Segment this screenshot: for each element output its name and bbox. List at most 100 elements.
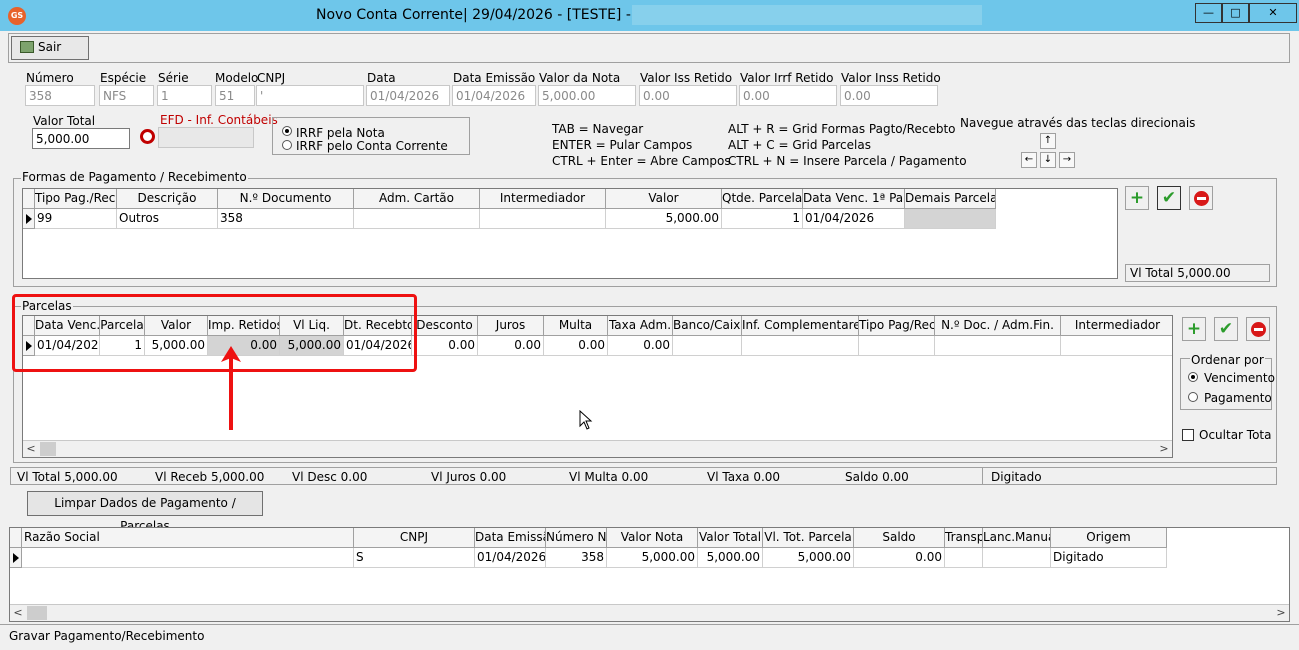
table-cell[interactable]: 0.00 — [608, 336, 673, 356]
valor-total-field[interactable]: 5,000.00 — [32, 128, 130, 149]
scroll-thumb[interactable] — [27, 606, 47, 620]
scroll-right-icon[interactable]: > — [1273, 605, 1289, 621]
valor-nota-field[interactable]: 5,000.00 — [538, 85, 636, 106]
maximize-button[interactable]: □ — [1222, 3, 1249, 23]
notas-col-data-emissao[interactable]: Data Emissão — [475, 528, 546, 548]
notas-col-origem[interactable]: Origem — [1051, 528, 1167, 548]
notas-col-tot-parcela[interactable]: Vl. Tot. Parcela — [763, 528, 854, 548]
notas-col-numero-nf[interactable]: Número NF — [546, 528, 607, 548]
ocultar-totais-checkbox[interactable] — [1182, 429, 1194, 441]
add-forma-button[interactable]: + — [1125, 186, 1149, 210]
ordenar-vencimento-label[interactable]: Vencimento — [1204, 371, 1275, 385]
formas-col-demais[interactable]: Demais Parcelas — [905, 189, 996, 209]
table-cell[interactable]: 1 — [722, 209, 803, 229]
table-cell[interactable]: Digitado — [1051, 548, 1167, 568]
ocultar-totais-label[interactable]: Ocultar Totais — [1199, 428, 1271, 442]
minimize-button[interactable]: — — [1195, 3, 1222, 23]
table-cell[interactable]: 5,000.00 — [607, 548, 698, 568]
efd-field[interactable] — [158, 127, 254, 148]
ordenar-pagamento-radio[interactable] — [1188, 392, 1198, 402]
scroll-right-icon[interactable]: > — [1156, 441, 1172, 457]
table-cell[interactable]: 5,000.00 — [763, 548, 854, 568]
table-cell[interactable]: Outros — [117, 209, 218, 229]
formas-col-data-venc[interactable]: Data Venc. 1ª Parc. — [803, 189, 905, 209]
irrf-cc-label[interactable]: IRRF pelo Conta Corrente — [296, 139, 448, 153]
valor-inss-field[interactable]: 0.00 — [840, 85, 938, 106]
serie-field[interactable]: 1 — [157, 85, 212, 106]
remove-parcela-button[interactable] — [1246, 317, 1270, 341]
table-cell[interactable]: 5,000.00 — [698, 548, 763, 568]
irrf-nota-radio[interactable] — [282, 126, 292, 136]
modelo-field[interactable]: 51 — [215, 85, 255, 106]
parcelas-col-juros[interactable]: Juros — [478, 316, 544, 336]
table-cell[interactable]: 99 — [35, 209, 117, 229]
remove-forma-button[interactable] — [1189, 186, 1213, 210]
parcelas-col-ndoc[interactable]: N.º Doc. / Adm.Fin. — [935, 316, 1061, 336]
formas-col-adm-cartao[interactable]: Adm. Cartão — [354, 189, 480, 209]
table-cell[interactable] — [22, 548, 354, 568]
parcelas-col-inf-compl[interactable]: Inf. Complementares — [742, 316, 859, 336]
table-cell[interactable] — [480, 209, 606, 229]
table-cell[interactable]: 0.00 — [854, 548, 945, 568]
parcelas-col-multa[interactable]: Multa — [544, 316, 608, 336]
formas-grid[interactable]: Tipo Pag./Rec. Descrição N.º Documento A… — [22, 188, 1118, 279]
parcelas-col-desconto[interactable]: Desconto — [412, 316, 478, 336]
table-cell[interactable] — [945, 548, 983, 568]
parcelas-scrollbar[interactable]: < > — [23, 440, 1172, 457]
table-cell[interactable] — [354, 209, 480, 229]
formas-col-descricao[interactable]: Descrição — [117, 189, 218, 209]
target-icon[interactable] — [140, 129, 155, 144]
table-cell[interactable]: 0.00 — [412, 336, 478, 356]
table-cell[interactable] — [983, 548, 1051, 568]
formas-col-tipo[interactable]: Tipo Pag./Rec. — [35, 189, 117, 209]
cnpj-field[interactable]: ' — [256, 85, 364, 106]
valor-iss-field[interactable]: 0.00 — [639, 85, 737, 106]
close-button[interactable]: ✕ — [1249, 3, 1297, 23]
parcelas-col-intermediador[interactable]: Intermediador — [1061, 316, 1172, 336]
table-cell[interactable]: 5,000.00 — [606, 209, 722, 229]
table-cell[interactable] — [742, 336, 859, 356]
table-cell[interactable]: 01/04/2026 — [475, 548, 546, 568]
confirm-forma-button[interactable]: ✔ — [1157, 186, 1181, 210]
notas-col-cnpj[interactable]: CNPJ — [354, 528, 475, 548]
table-cell[interactable]: 0.00 — [544, 336, 608, 356]
formas-col-intermediador[interactable]: Intermediador — [480, 189, 606, 209]
parcelas-col-taxa-adm[interactable]: Taxa Adm. — [608, 316, 673, 336]
parcelas-col-tipo[interactable]: Tipo Pag/Rec — [859, 316, 935, 336]
ordenar-pagamento-label[interactable]: Pagamento — [1204, 391, 1272, 405]
table-cell[interactable]: 358 — [546, 548, 607, 568]
valor-irrf-field[interactable]: 0.00 — [739, 85, 837, 106]
table-cell[interactable] — [859, 336, 935, 356]
notas-col-lanc-manual[interactable]: Lanc.Manual — [983, 528, 1051, 548]
notas-col-saldo[interactable]: Saldo — [854, 528, 945, 548]
formas-col-qtde[interactable]: Qtde. Parcelas — [722, 189, 803, 209]
table-cell[interactable] — [935, 336, 1061, 356]
notas-col-valor-total[interactable]: Valor Total — [698, 528, 763, 548]
ordenar-vencimento-radio[interactable] — [1188, 372, 1198, 382]
table-cell[interactable] — [673, 336, 742, 356]
table-cell[interactable]: 358 — [218, 209, 354, 229]
notas-col-transp[interactable]: Transp — [945, 528, 983, 548]
formas-col-documento[interactable]: N.º Documento — [218, 189, 354, 209]
irrf-nota-label[interactable]: IRRF pela Nota — [296, 126, 385, 140]
confirm-parcela-button[interactable]: ✔ — [1214, 317, 1238, 341]
formas-col-valor[interactable]: Valor — [606, 189, 722, 209]
table-cell[interactable]: 01/04/2026 — [803, 209, 905, 229]
data-field[interactable]: 01/04/2026 — [366, 85, 450, 106]
scroll-left-icon[interactable]: < — [23, 441, 39, 457]
parcelas-col-banco-caixa[interactable]: Banco/Caixa — [673, 316, 742, 336]
table-cell[interactable] — [905, 209, 996, 229]
table-cell[interactable]: S — [354, 548, 475, 568]
data-emissao-field[interactable]: 01/04/2026 — [452, 85, 536, 106]
especie-field[interactable]: NFS — [99, 85, 154, 106]
table-cell[interactable]: 0.00 — [478, 336, 544, 356]
numero-field[interactable]: 358 — [25, 85, 95, 106]
limpar-button[interactable]: Limpar Dados de Pagamento / Parcelas — [27, 491, 263, 533]
notas-col-valor-nota[interactable]: Valor Nota — [607, 528, 698, 548]
scroll-thumb[interactable] — [40, 442, 56, 456]
irrf-cc-radio[interactable] — [282, 140, 292, 150]
notas-grid[interactable]: Razão Social CNPJ Data Emissão Número NF… — [9, 527, 1290, 622]
notas-col-razao[interactable]: Razão Social — [22, 528, 354, 548]
table-cell[interactable] — [1061, 336, 1172, 356]
add-parcela-button[interactable]: + — [1182, 317, 1206, 341]
